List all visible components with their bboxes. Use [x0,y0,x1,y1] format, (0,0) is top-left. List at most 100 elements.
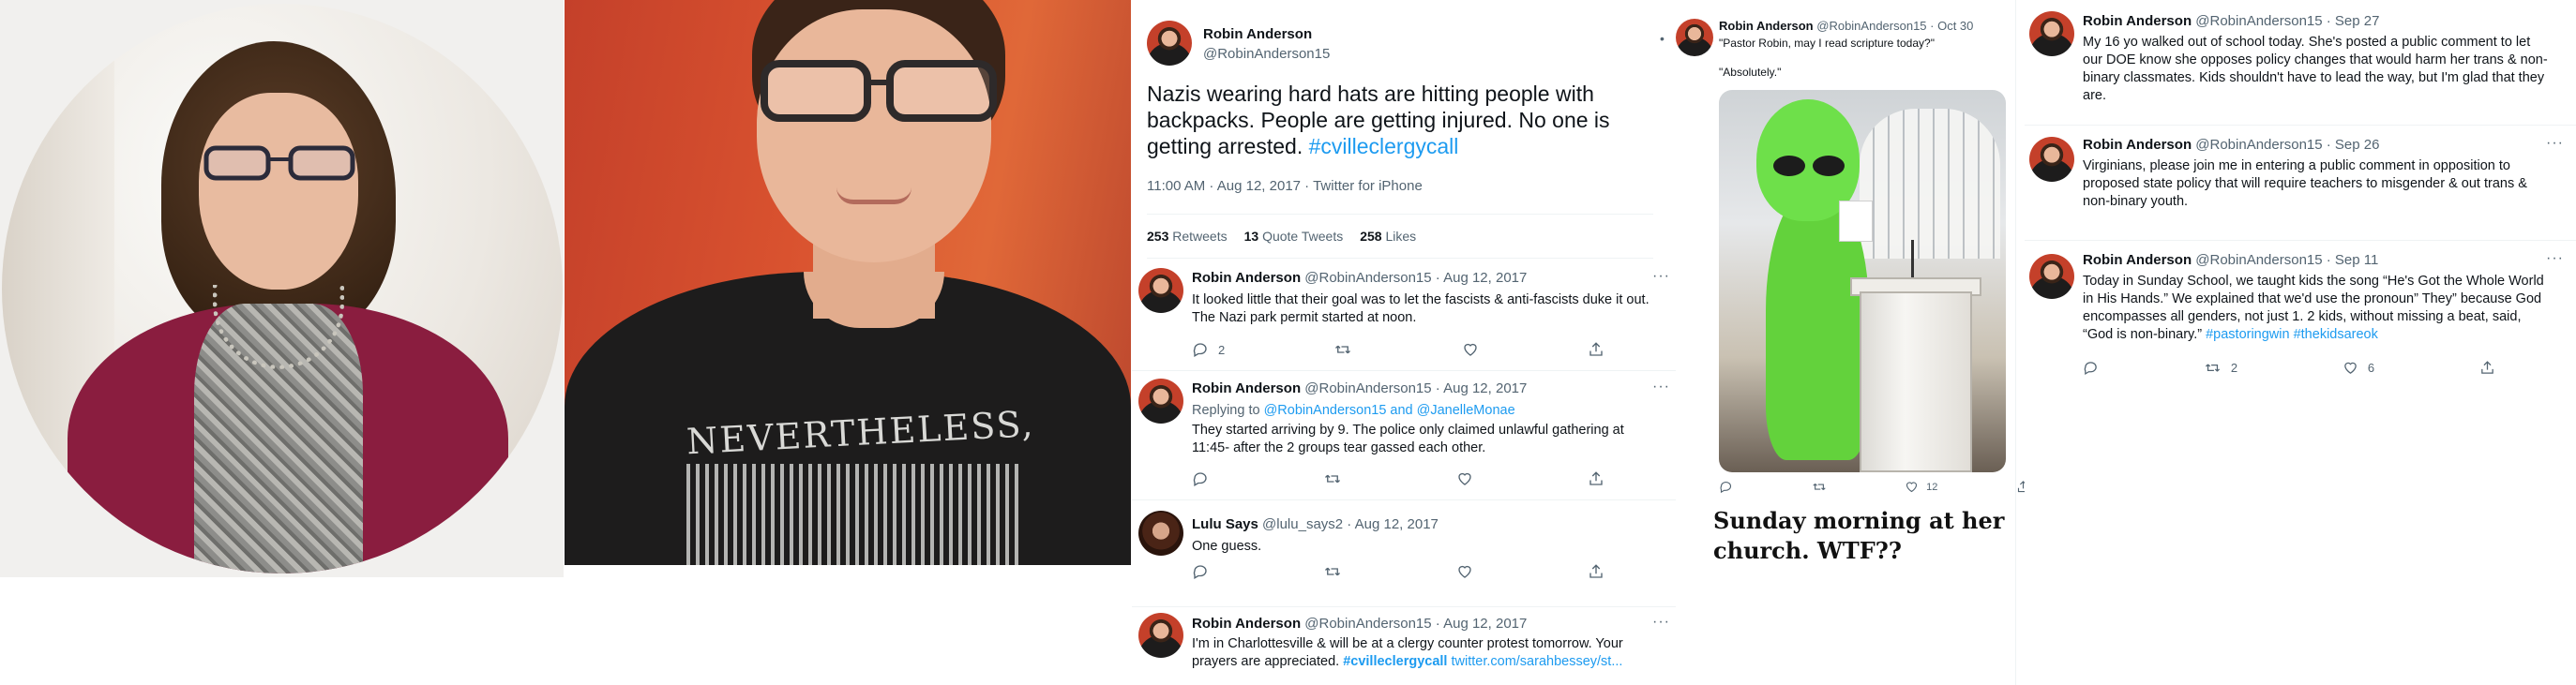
like-button[interactable] [1462,341,1479,358]
more-icon[interactable]: ··· [1652,614,1670,631]
share-button[interactable] [1588,341,1604,358]
share-icon [1589,564,1603,578]
author-handle-date: @RobinAnderson15 · Sep 26 [2195,137,2380,153]
share-button[interactable] [1588,563,1604,580]
like-button[interactable] [1456,470,1473,487]
church-tweet-panel: Robin Anderson @RobinAnderson15 · Oct 30… [1676,0,2029,685]
avatar[interactable] [1147,21,1192,66]
author-name[interactable]: Robin Anderson [1192,380,1301,396]
author-handle-date: @RobinAnderson15 · Aug 12, 2017 [1304,616,1528,632]
divider [1132,370,1676,371]
author-handle-date: @lulu_says2 · Aug 12, 2017 [1262,516,1439,532]
share-button[interactable] [1588,470,1604,487]
retweet-button[interactable] [1323,563,1342,580]
likes-stat[interactable]: 258 Likes [1360,229,1416,244]
reply-button[interactable] [2083,360,2099,376]
avatar[interactable] [2029,137,2074,182]
divider [1132,499,1676,500]
replying-to-link[interactable]: @RobinAnderson15 and @JanelleMonae [1264,403,1515,418]
more-icon[interactable]: ··· [1652,268,1670,285]
reply-button[interactable] [1192,563,1209,580]
reply-button[interactable] [1719,480,1733,494]
author-name[interactable]: Robin Anderson [2083,137,2192,153]
share-button[interactable] [2479,360,2495,376]
avatar[interactable] [1138,511,1183,556]
divider [2015,0,2016,685]
retweet-button[interactable] [1323,470,1342,487]
glasses-graphic [203,145,355,181]
avatar[interactable] [1138,379,1183,424]
pulpit [1860,291,1972,472]
reply-button[interactable] [1192,470,1209,487]
author-name[interactable]: Robin Anderson [2083,13,2192,29]
avatar[interactable] [1138,268,1183,313]
author-handle-date: @RobinAnderson15 · Oct 30 [1816,19,1974,33]
share-icon [1589,471,1603,485]
avatar[interactable] [1138,613,1183,658]
tweet-text: Virginians, please join me in entering a… [2083,158,2527,209]
tweet-text-line: "Pastor Robin, may I read scripture toda… [1719,37,1935,50]
like-button[interactable] [1456,563,1473,580]
url-link[interactable]: twitter.com/sarahbessey/st... [1451,654,1622,669]
retweet-button[interactable] [1333,341,1352,358]
author-name[interactable]: Robin Anderson [2083,252,2192,268]
retweet-icon [1812,483,1826,491]
reply-icon [2084,362,2097,376]
reply-text: It looked little that their goal was to … [1192,292,1650,325]
avatar[interactable] [2029,11,2074,56]
retweet-icon [2205,364,2220,372]
reply-icon [1193,565,1207,579]
retweet-icon [1335,345,1351,354]
share-icon [2481,361,2493,374]
reply-button[interactable]: 2 [1192,341,1225,358]
tweet-text: Nazis wearing hard hats are hitting peop… [1147,82,1610,158]
divider [2025,125,2576,126]
avatar[interactable] [2029,254,2074,299]
retweet-icon [1325,474,1340,484]
avatar[interactable] [1676,19,1713,56]
reply-text: One guess. [1192,539,1262,554]
like-icon [1464,343,1477,356]
tweet-meta: 11:00 AM · Aug 12, 2017 · Twitter for iP… [1147,178,1423,194]
author-name[interactable]: Robin Anderson [1192,616,1301,632]
divider [2025,240,2576,241]
quotes-stat[interactable]: 13 Quote Tweets [1244,229,1344,244]
like-icon [1906,482,1918,493]
like-icon [1458,565,1471,578]
author-handle-date: @RobinAnderson15 · Aug 12, 2017 [1304,380,1528,396]
like-icon [1458,472,1471,485]
tweet-text-line: "Absolutely." [1719,66,1782,79]
hashtag-link[interactable]: #cvilleclergycall [1343,654,1447,669]
more-icon[interactable]: ··· [1652,379,1670,395]
author-name[interactable]: Lulu Says [1192,516,1258,532]
tweet-photo[interactable] [1719,90,2006,472]
reply-text: They started arriving by 9. The police o… [1192,423,1624,455]
reply-icon [1193,472,1207,486]
hashtag-link[interactable]: #pastoringwin #thekidsareok [2206,327,2378,342]
like-button[interactable]: 6 [2343,360,2374,376]
portrait-photo [0,0,564,577]
author-name[interactable]: Robin Anderson [1203,26,1312,42]
more-icon[interactable]: ··· [2546,135,2564,152]
more-icon[interactable]: ··· [2546,250,2564,267]
portrait-circle [2,4,563,573]
tweet-thread-panel: Robin Anderson @RobinAnderson15 • Nazis … [1132,0,1676,685]
hashtag-link[interactable]: #cvilleclergycall [1309,134,1459,158]
selfie-photo: NEVERTHELESS, [565,0,1131,565]
author-name[interactable]: Robin Anderson [1719,19,1814,33]
retweets-stat[interactable]: 253 Retweets [1147,229,1228,244]
retweet-icon [1325,567,1340,576]
more-icon[interactable]: • [1660,31,1665,46]
tweet-text: My 16 yo walked out of school today. She… [2083,35,2548,103]
retweet-button[interactable] [1812,480,1827,494]
author-name[interactable]: Robin Anderson [1192,270,1301,286]
like-icon [2344,362,2357,374]
reply-icon [1720,481,1732,494]
retweet-button[interactable]: 2 [2204,360,2237,376]
author-handle[interactable]: @RobinAnderson15 [1203,46,1330,62]
author-handle-date: @RobinAnderson15 · Aug 12, 2017 [1304,270,1528,286]
reply-icon [1193,343,1207,357]
tweet-list-panel: Robin Anderson @RobinAnderson15 · Sep 27… [2025,0,2576,685]
like-button[interactable]: 12 [1905,480,1937,494]
divider [1132,606,1676,607]
